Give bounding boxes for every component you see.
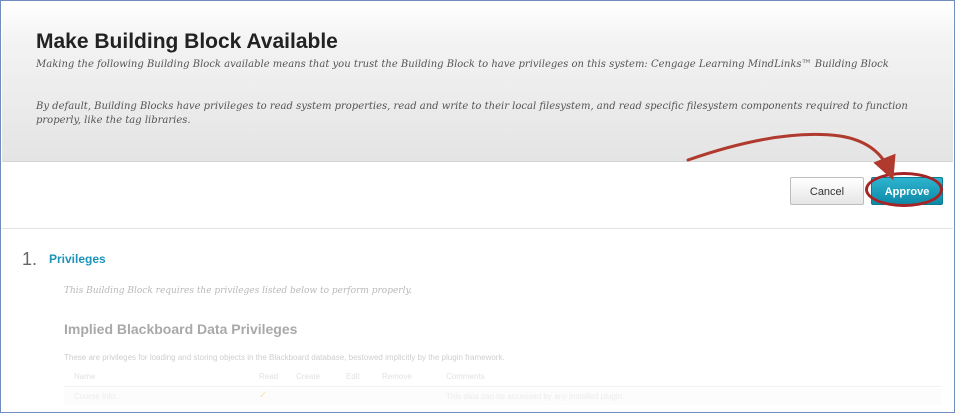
main-content: 1. Privileges This Building Block requir…: [2, 229, 953, 412]
approve-button[interactable]: Approve: [871, 177, 943, 205]
page-description-trust: Making the following Building Block avai…: [36, 59, 889, 70]
step-description: This Building Block requires the privile…: [64, 286, 413, 296]
column-header: Name: [74, 372, 96, 381]
column-header: Remove: [382, 372, 412, 381]
section-title: Implied Blackboard Data Privileges: [64, 321, 298, 337]
row-name: Course Info...: [74, 392, 123, 401]
column-header: Read: [259, 372, 279, 381]
table-row: Course Info... ✓ This data can be access…: [64, 389, 942, 405]
step-number: 1.: [22, 249, 38, 269]
page-header: Make Building Block Available Making the…: [2, 2, 953, 162]
check-icon: ✓: [259, 390, 268, 401]
page-title: Make Building Block Available: [36, 30, 338, 53]
column-header: Comments: [446, 372, 485, 381]
page-description-default: By default, Building Blocks have privile…: [36, 101, 908, 126]
step-title: Privileges: [49, 252, 106, 266]
table-header: Name Read Create Edit Remove Comments: [64, 370, 942, 387]
column-header: Create: [296, 372, 321, 381]
row-comments: This data can be accessed by any install…: [446, 392, 625, 401]
section-description: These are privileges for loading and sto…: [64, 353, 505, 362]
page-frame: Make Building Block Available Making the…: [0, 0, 955, 413]
column-header: Edit: [346, 372, 360, 381]
action-bar: Cancel Approve: [2, 162, 953, 229]
cancel-button[interactable]: Cancel: [790, 177, 864, 205]
